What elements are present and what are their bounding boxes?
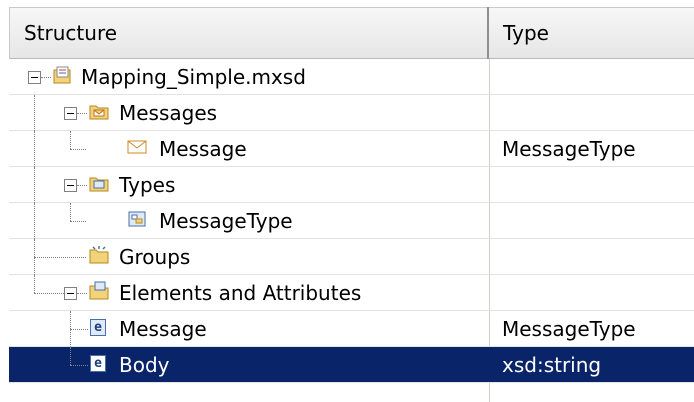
tree-row-elements-and-attributes[interactable]: Elements and Attributes <box>9 275 694 311</box>
tree-type-message: MessageType <box>502 137 636 161</box>
envelope-icon <box>127 140 147 154</box>
elements-folder-icon <box>89 281 109 300</box>
schema-file-icon <box>53 66 71 84</box>
tree-label-message-element: Message <box>119 317 207 341</box>
structure-tree-table: Structure Type Mapping_Simple.mxsd Messa… <box>9 7 694 402</box>
tree-label-message: Message <box>159 137 247 161</box>
tree-row-messages[interactable]: Messages <box>9 95 694 131</box>
tree-row-body-selected[interactable]: e Body xsd:string <box>9 347 694 383</box>
tree-row-messagetype[interactable]: MessageType <box>9 203 694 239</box>
column-header-type[interactable]: Type <box>489 7 694 59</box>
groups-folder-icon <box>89 246 109 264</box>
tree-label-elements-and-attributes: Elements and Attributes <box>119 281 362 305</box>
element-e-icon: e <box>90 355 106 372</box>
tree-row-types[interactable]: Types <box>9 167 694 203</box>
collapse-toggle-icon[interactable] <box>64 287 77 300</box>
tree-label-messages: Messages <box>119 101 218 125</box>
tree-row-message[interactable]: Message MessageType <box>9 131 694 167</box>
complex-type-icon <box>128 211 146 227</box>
collapse-toggle-icon[interactable] <box>64 179 77 192</box>
tree-label-schema: Mapping_Simple.mxsd <box>81 65 306 89</box>
tree-label-body: Body <box>116 353 173 377</box>
element-e-icon: e <box>90 319 106 336</box>
collapse-toggle-icon[interactable] <box>28 71 41 84</box>
tree-label-groups: Groups <box>119 245 191 269</box>
tree-label-messagetype: MessageType <box>159 209 293 233</box>
column-header-type-label: Type <box>503 21 549 45</box>
tree-row-groups[interactable]: Groups <box>9 239 694 275</box>
types-folder-icon <box>89 177 109 192</box>
column-header-structure[interactable]: Structure <box>9 7 487 59</box>
tree-row-schema[interactable]: Mapping_Simple.mxsd <box>9 59 694 95</box>
messages-folder-icon <box>89 105 109 120</box>
column-header-structure-label: Structure <box>24 21 118 45</box>
tree-label-types: Types <box>119 173 176 197</box>
collapse-toggle-icon[interactable] <box>64 107 77 120</box>
tree-row-message-element[interactable]: e Message MessageType <box>9 311 694 347</box>
tree-type-message-element: MessageType <box>502 317 636 341</box>
tree-type-body: xsd:string <box>502 353 602 377</box>
